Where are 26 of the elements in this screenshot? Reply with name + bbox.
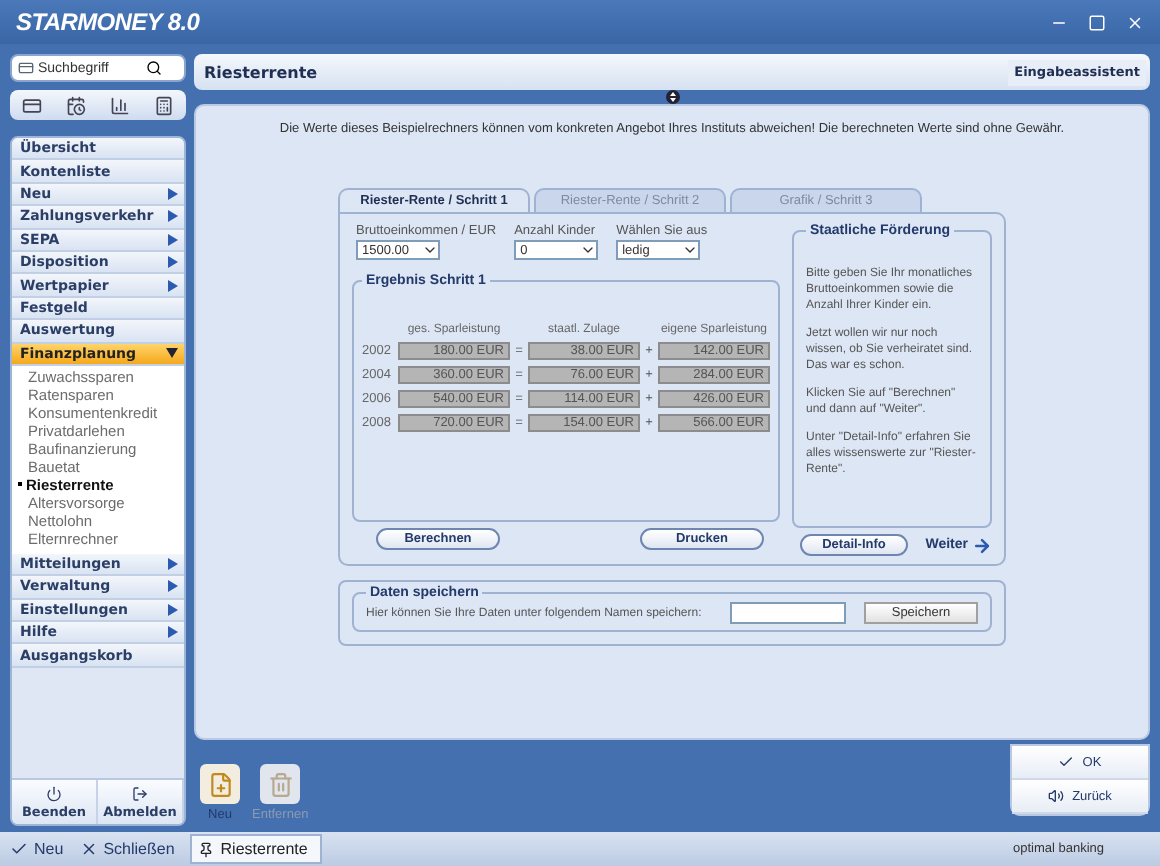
close-icon[interactable] bbox=[1126, 13, 1144, 31]
document-plus-icon bbox=[207, 771, 233, 797]
maximize-icon[interactable] bbox=[1088, 13, 1106, 31]
pin-icon bbox=[198, 841, 215, 857]
page-title: Riesterrente bbox=[204, 63, 318, 81]
speaker-icon bbox=[1048, 788, 1065, 804]
card-icon[interactable] bbox=[22, 95, 42, 115]
search-icon[interactable] bbox=[146, 60, 162, 76]
power-icon bbox=[46, 785, 62, 801]
card-icon bbox=[18, 60, 34, 76]
logout-icon bbox=[132, 785, 148, 801]
name-input[interactable] bbox=[730, 602, 846, 624]
calendar-icon[interactable] bbox=[66, 95, 86, 115]
status-action[interactable]: Neu bbox=[10, 840, 64, 858]
check-icon bbox=[10, 840, 28, 858]
splitter-handle-icon[interactable] bbox=[665, 90, 679, 104]
status-action[interactable]: Schließen bbox=[79, 840, 175, 858]
chart-icon[interactable] bbox=[110, 95, 130, 115]
window-tab[interactable]: Riesterrente bbox=[190, 834, 322, 864]
app-logo: STARMONEY 8.0 bbox=[16, 8, 200, 36]
calculator-icon[interactable] bbox=[154, 95, 174, 115]
trash-icon bbox=[267, 771, 294, 797]
check-icon bbox=[1058, 754, 1075, 770]
caret-down-icon bbox=[166, 348, 178, 359]
close-icon bbox=[79, 840, 98, 858]
arrow-right-icon bbox=[972, 535, 992, 555]
